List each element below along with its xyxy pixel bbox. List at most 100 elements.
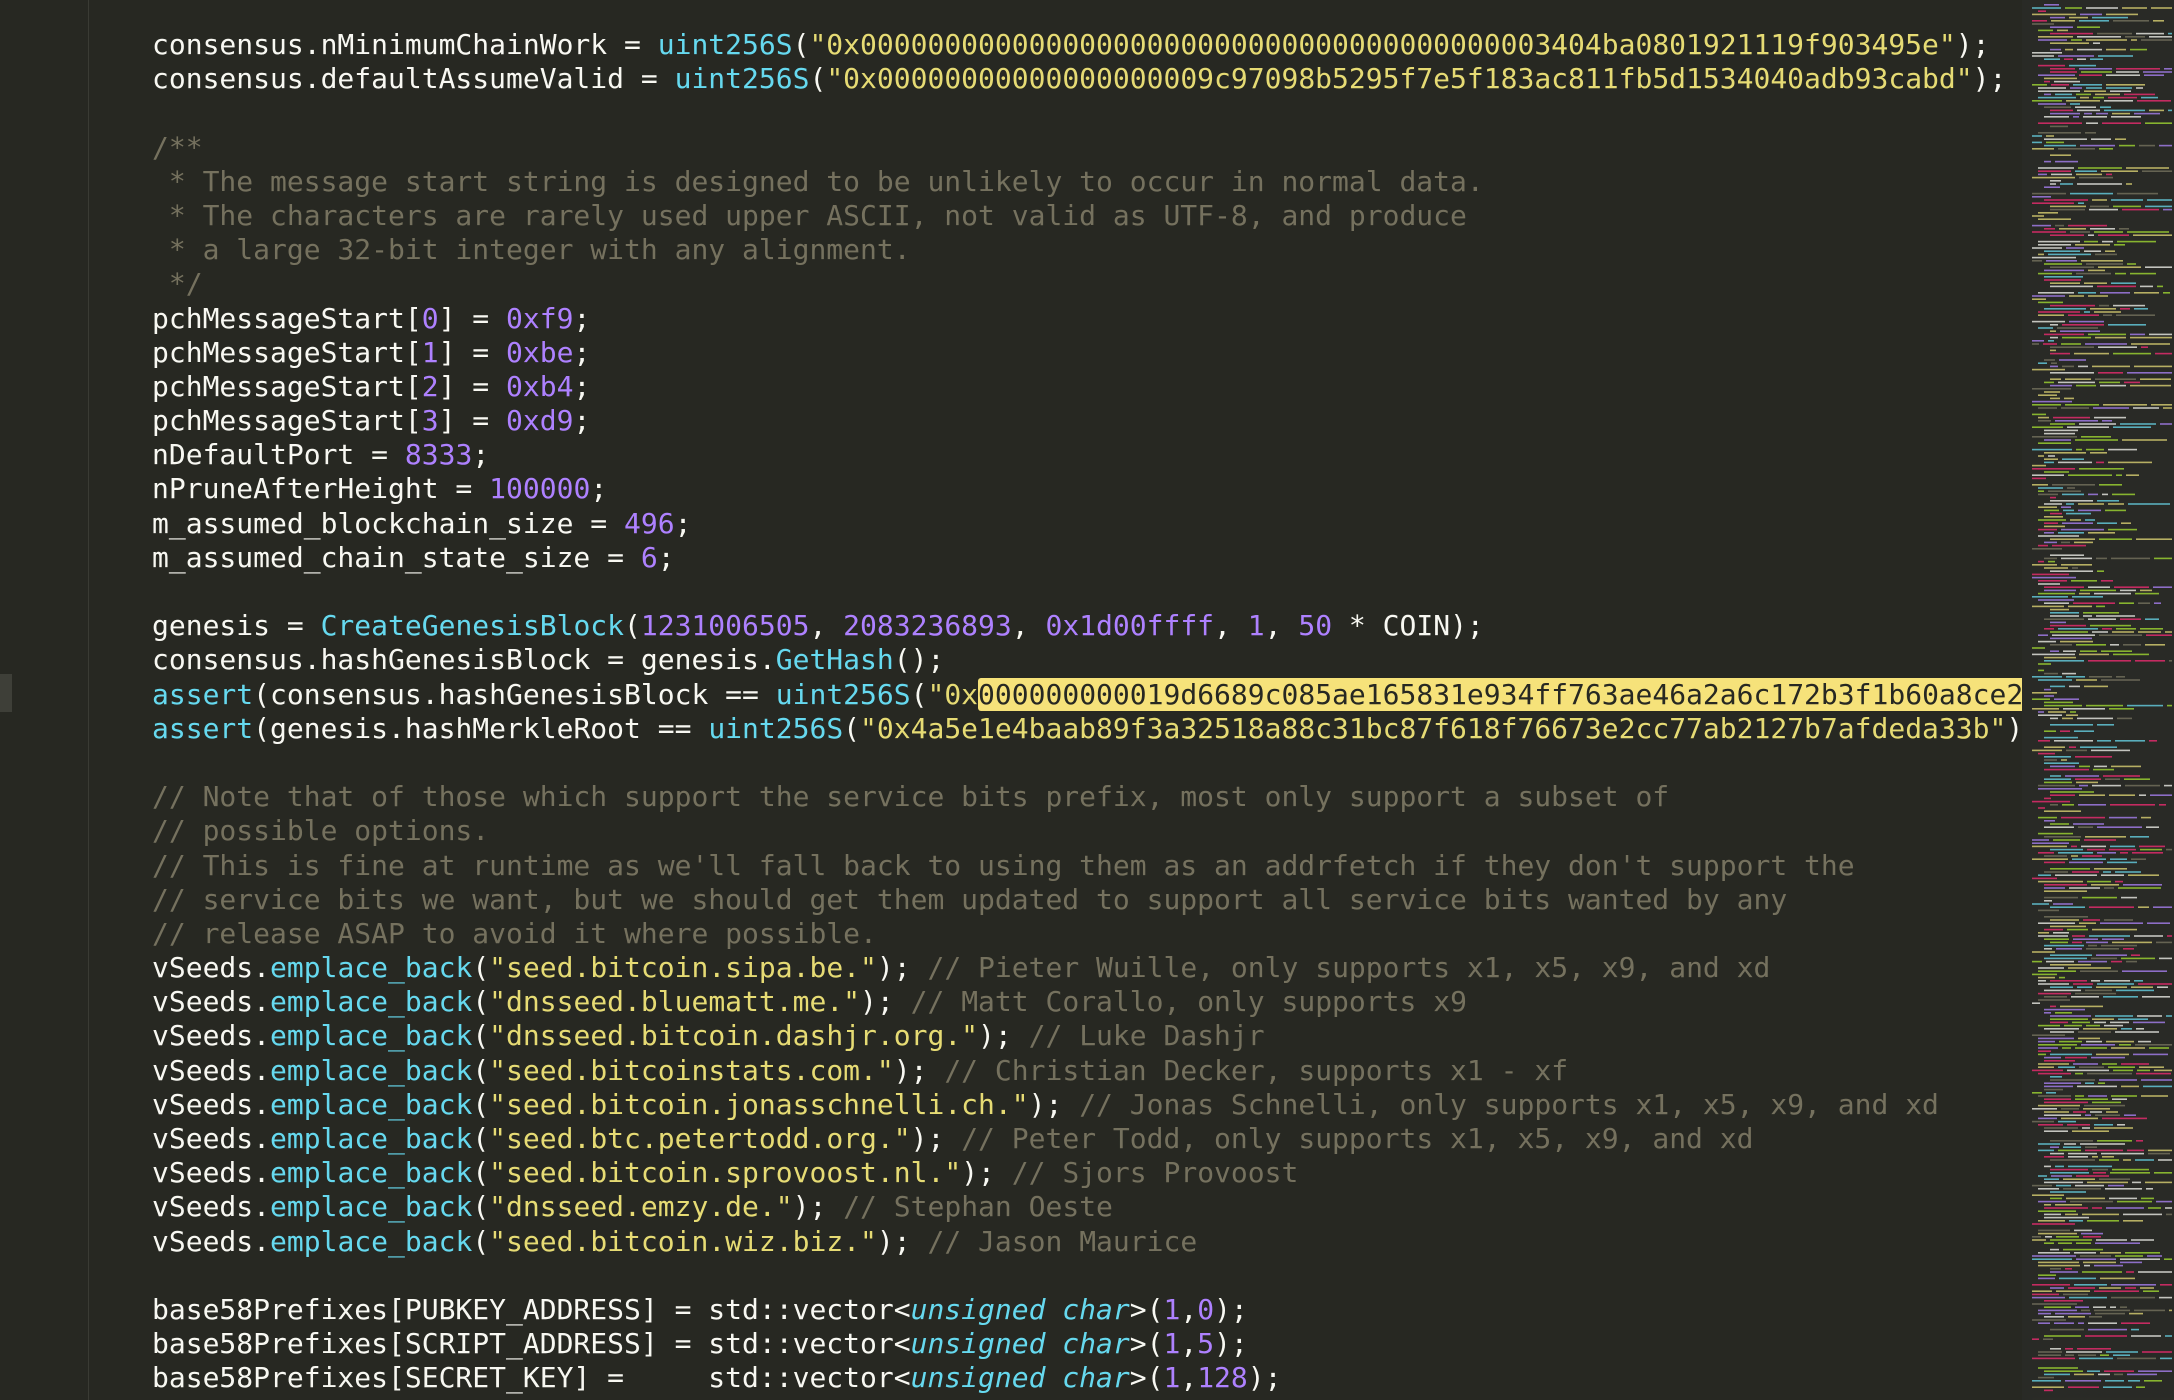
code-token: ); — [792, 1190, 844, 1224]
code-token: 6 — [640, 540, 658, 574]
code-line[interactable]: // service bits we want, but we should g… — [152, 883, 2022, 917]
code-token: consensus.nMinimumChainWork = — [152, 28, 658, 61]
code-line[interactable]: vSeeds.emplace_back("seed.bitcoin.wiz.bi… — [152, 1225, 2022, 1259]
code-line[interactable] — [152, 746, 2022, 780]
code-line[interactable]: assert(consensus.hashGenesisBlock == uin… — [152, 677, 2022, 712]
code-token: >( — [1129, 1327, 1164, 1361]
code-token: uint256S — [674, 62, 810, 96]
code-line[interactable]: vSeeds.emplace_back("seed.bitcoinstats.c… — [152, 1054, 2022, 1088]
code-token: m_assumed_blockchain_size = — [152, 506, 625, 540]
code-token: ); — [876, 951, 928, 985]
code-token: // Jonas Schnelli, only supports x1, x5,… — [1079, 1087, 1939, 1121]
code-token: ] = — [438, 301, 507, 335]
code-token: /** — [152, 130, 203, 164]
code-token: m_assumed_chain_state_size = — [152, 540, 641, 574]
code-token: vSeeds. — [152, 1224, 271, 1258]
code-token: 5 — [1197, 1327, 1215, 1361]
code-line[interactable]: * a large 32-bit integer with any alignm… — [152, 233, 2022, 267]
code-line[interactable]: consensus.hashGenesisBlock = genesis.Get… — [152, 643, 2022, 677]
code-token: 1 — [1163, 1327, 1181, 1361]
code-token: "seed.bitcoin.sipa.be." — [489, 951, 877, 985]
code-token: ); — [1972, 62, 2022, 96]
code-line[interactable]: vSeeds.emplace_back("dnsseed.bluematt.me… — [152, 985, 2022, 1019]
code-line[interactable]: vSeeds.emplace_back("seed.bitcoin.jonass… — [152, 1088, 2022, 1122]
code-line[interactable]: base58Prefixes[SCRIPT_ADDRESS] = std::ve… — [152, 1327, 2022, 1361]
code-token: ( — [624, 609, 641, 643]
code-token: , — [1180, 1361, 1198, 1395]
code-token: 0xf9 — [506, 301, 574, 335]
code-token: 128 — [1197, 1361, 1248, 1395]
minimap-scroll-thumb[interactable] — [2022, 0, 2174, 1400]
code-token: emplace_back — [270, 1053, 473, 1087]
code-line[interactable]: vSeeds.emplace_back("dnsseed.emzy.de.");… — [152, 1190, 2022, 1224]
code-line[interactable] — [152, 1259, 2022, 1293]
code-token: ; — [657, 540, 675, 574]
code-line[interactable]: // Note that of those which support the … — [152, 780, 2022, 814]
code-line[interactable]: m_assumed_blockchain_size = 496; — [152, 507, 2022, 541]
code-token: >( — [1129, 1292, 1164, 1326]
code-line[interactable] — [152, 575, 2022, 609]
code-line[interactable]: nDefaultPort = 8333; — [152, 438, 2022, 472]
current-line-marker — [0, 674, 12, 712]
code-token: unsigned char — [910, 1361, 1130, 1395]
code-area[interactable]: consensus.nMinimumChainWork = uint256S("… — [152, 28, 2022, 1400]
code-token: 3 — [421, 404, 439, 438]
code-token: ( — [792, 28, 810, 61]
code-token: nPruneAfterHeight = — [152, 472, 490, 506]
code-token: emplace_back — [270, 1156, 473, 1190]
code-line[interactable]: consensus.defaultAssumeValid = uint256S(… — [152, 62, 2022, 96]
code-token: ; — [674, 506, 692, 540]
code-editor[interactable]: consensus.nMinimumChainWork = uint256S("… — [0, 0, 2174, 1400]
code-token: "seed.bitcoin.wiz.biz." — [489, 1224, 877, 1258]
line-gutter[interactable] — [0, 0, 89, 1400]
code-line[interactable] — [152, 96, 2022, 130]
code-line[interactable]: * The message start string is designed t… — [152, 165, 2022, 199]
code-line[interactable]: /** — [152, 131, 2022, 165]
code-line[interactable]: assert(genesis.hashMerkleRoot == uint256… — [152, 712, 2022, 746]
code-line[interactable]: * The characters are rarely used upper A… — [152, 199, 2022, 233]
code-token: "seed.btc.petertodd.org." — [489, 1122, 911, 1155]
code-token: 1 — [1247, 609, 1265, 643]
code-line[interactable]: vSeeds.emplace_back("seed.btc.petertodd.… — [152, 1122, 2022, 1156]
code-line[interactable]: m_assumed_chain_state_size = 6; — [152, 541, 2022, 575]
code-token: ( — [472, 1224, 490, 1258]
code-token: GetHash — [775, 643, 894, 677]
code-token: 50 — [1298, 609, 1333, 643]
code-line[interactable]: // This is fine at runtime as we'll fall… — [152, 849, 2022, 883]
code-token: "0x — [927, 677, 979, 711]
code-line[interactable]: pchMessageStart[3] = 0xd9; — [152, 404, 2022, 438]
code-line[interactable]: */ — [152, 267, 2022, 301]
code-token: 0x1d00ffff — [1045, 609, 1215, 643]
code-token: pchMessageStart[ — [152, 369, 422, 403]
code-token: 0xb4 — [506, 369, 574, 403]
code-line[interactable]: consensus.nMinimumChainWork = uint256S("… — [152, 28, 2022, 62]
code-token: ); — [1247, 1361, 1282, 1395]
code-token: , — [809, 609, 844, 643]
code-token: "dnsseed.bluematt.me." — [489, 985, 861, 1019]
code-line[interactable]: // release ASAP to avoid it where possib… — [152, 917, 2022, 951]
code-token: // Jason Maurice — [927, 1224, 1198, 1258]
code-line[interactable]: // possible options. — [152, 814, 2022, 848]
code-line[interactable]: pchMessageStart[1] = 0xbe; — [152, 336, 2022, 370]
code-line[interactable]: nPruneAfterHeight = 100000; — [152, 472, 2022, 506]
code-line[interactable]: genesis = CreateGenesisBlock(1231006505,… — [152, 609, 2022, 643]
code-token: (); — [893, 643, 945, 677]
code-line[interactable]: vSeeds.emplace_back("seed.bitcoin.sipa.b… — [152, 951, 2022, 985]
code-line[interactable]: base58Prefixes[PUBKEY_ADDRESS] = std::ve… — [152, 1293, 2022, 1327]
code-token: ( — [472, 1019, 490, 1053]
code-token: ( — [472, 985, 490, 1019]
code-token: ); — [1028, 1087, 1080, 1121]
code-token: // Sjors Provoost — [1011, 1156, 1299, 1190]
code-token: genesis = — [152, 609, 321, 643]
code-line[interactable]: pchMessageStart[0] = 0xf9; — [152, 302, 2022, 336]
code-token: vSeeds. — [152, 1053, 271, 1087]
code-token: "seed.bitcoin.sprovoost.nl." — [489, 1156, 962, 1190]
code-line[interactable]: vSeeds.emplace_back("dnsseed.bitcoin.das… — [152, 1019, 2022, 1053]
code-line[interactable]: vSeeds.emplace_back("seed.bitcoin.sprovo… — [152, 1156, 2022, 1190]
code-token: , — [1264, 609, 1299, 643]
code-token: >( — [1129, 1361, 1164, 1395]
code-token: vSeeds. — [152, 1087, 271, 1121]
code-line[interactable]: pchMessageStart[2] = 0xb4; — [152, 370, 2022, 404]
code-token: consensus.defaultAssumeValid = — [152, 62, 675, 96]
code-line[interactable]: base58Prefixes[SECRET_KEY] = std::vector… — [152, 1361, 2022, 1395]
